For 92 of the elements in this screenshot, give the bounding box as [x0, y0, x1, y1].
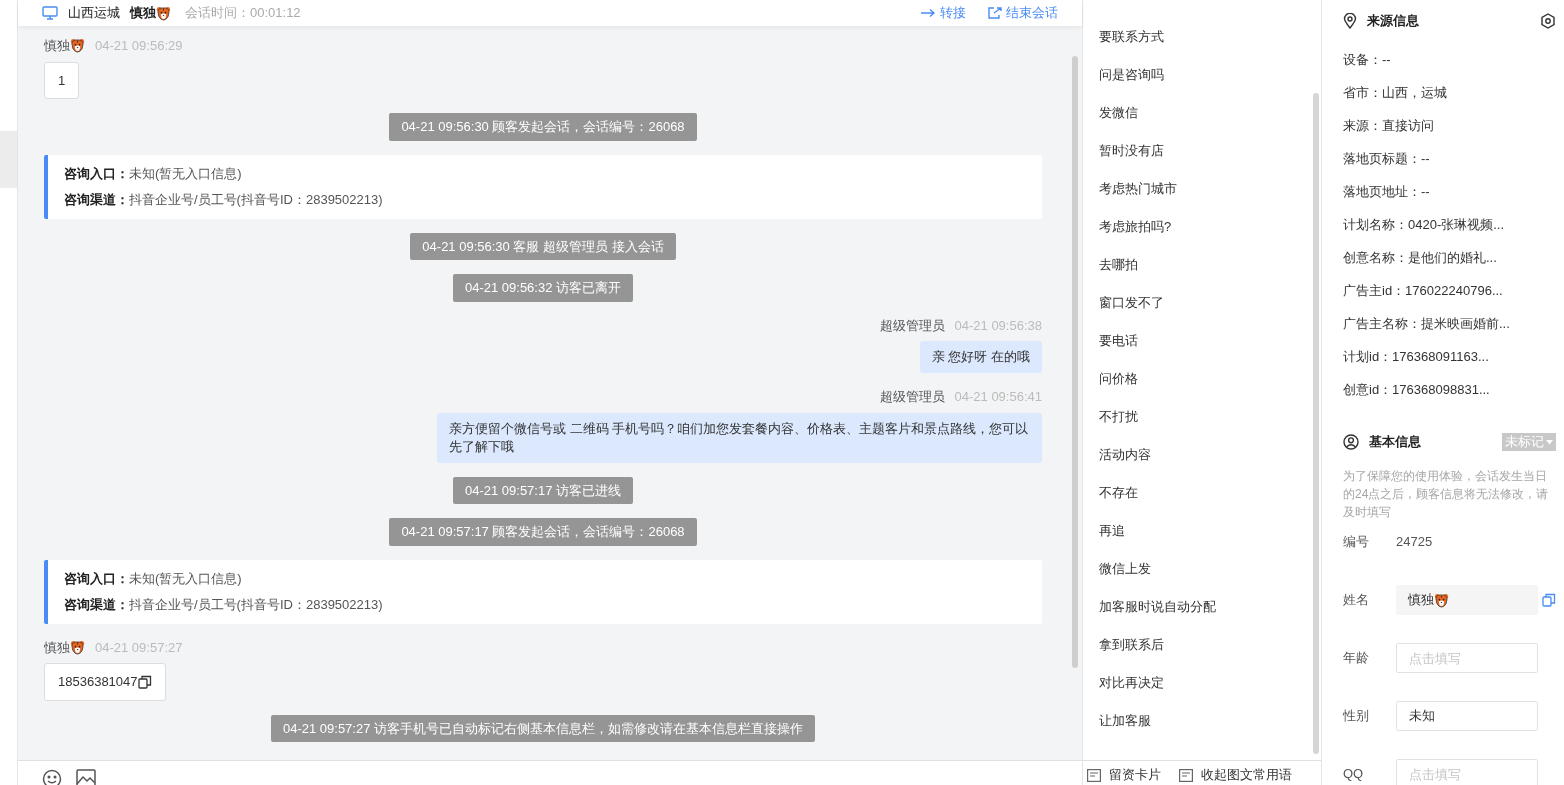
field-label: 编号 [1343, 533, 1370, 552]
arrow-icon [920, 8, 936, 18]
tiger-icon [156, 5, 171, 21]
info-line: 广告主名称：提米映画婚前... [1343, 315, 1511, 332]
info-line: 创意名称：是他们的婚礼... [1343, 249, 1498, 266]
system-notice: 04-21 09:57:17 访客已进线 [452, 476, 634, 504]
quick-reply-item[interactable]: 要联系方式 [1099, 26, 1313, 48]
info-line: 落地页地址：-- [1343, 183, 1431, 200]
note-icon [1087, 768, 1101, 782]
visitor-name: 慎独 [130, 4, 156, 23]
section-title: 基本信息 [1369, 433, 1421, 452]
sender-name: 超级管理员 [879, 388, 945, 406]
field-value: 未知(暂无入口信息) [129, 569, 242, 588]
visitor-location: 山西运城 [68, 4, 120, 23]
field-value: 抖音企业号/员工号(抖音号ID：2839502213) [129, 596, 383, 614]
note-icon [1179, 768, 1193, 782]
quick-reply-item[interactable]: 暂时没有店 [1099, 140, 1313, 162]
system-notice: 04-21 09:56:30 客服 超级管理员 接入会话 [410, 232, 676, 260]
info-line: 落地页标题：-- [1343, 150, 1431, 167]
info-line: 省市：山西，运城 [1343, 84, 1448, 101]
system-notice: 04-21 09:56:32 访客已离开 [452, 274, 634, 302]
quick-reply-item[interactable]: 发微信 [1099, 102, 1313, 124]
scrollbar[interactable] [1072, 56, 1078, 668]
quick-reply-item[interactable]: 不打扰 [1099, 406, 1313, 428]
info-line: 创意id：176368098831... [1343, 381, 1491, 398]
smiley-icon[interactable] [42, 769, 62, 785]
message-time: 04-21 09:57:27 [95, 638, 183, 657]
quick-reply-item[interactable]: 问价格 [1099, 368, 1313, 390]
message-bubble: 1 [44, 61, 80, 99]
field-value: 未知(暂无入口信息) [129, 164, 242, 183]
quick-reply-item[interactable]: 让加客服 [1099, 710, 1313, 732]
monitor-icon [42, 6, 58, 20]
message-bubble: 亲 您好呀 在的哦 [919, 341, 1042, 373]
image-icon[interactable] [76, 769, 96, 785]
tiger-icon [1434, 592, 1449, 608]
settings-icon[interactable] [1540, 13, 1556, 29]
quick-reply-item[interactable]: 活动内容 [1099, 444, 1313, 466]
info-line: 计划名称：0420-张琳视频... [1343, 216, 1506, 233]
message-time: 04-21 09:56:38 [954, 316, 1042, 335]
field-value: 24725 [1396, 533, 1433, 552]
field-label: 咨询入口： [64, 569, 129, 588]
system-notice: 04-21 09:57:17 顾客发起会话，会话编号：26068 [389, 518, 697, 546]
footer-action[interactable]: 收起图文常用语 [1179, 767, 1292, 783]
info-line: 计划id：176368091163... [1343, 348, 1490, 365]
quick-reply-item[interactable]: 考虑热门城市 [1099, 178, 1313, 200]
info-line: 设备：-- [1343, 51, 1392, 68]
section-title: 来源信息 [1367, 12, 1419, 31]
info-line: 广告主id：176022240796... [1343, 282, 1504, 299]
scrollbar[interactable] [1313, 93, 1319, 754]
sender-name: 慎独 [44, 638, 70, 657]
field-label: 年龄 [1343, 649, 1370, 668]
header-action[interactable]: 结束会话 [988, 3, 1058, 23]
session-time: 会话时间：00:01:12 [185, 4, 301, 23]
field-label: 性别 [1343, 707, 1370, 726]
quick-reply-item[interactable]: 微信上发 [1099, 558, 1313, 580]
quick-reply-item[interactable]: 对比再决定 [1099, 672, 1313, 694]
system-notice: 04-21 09:56:30 顾客发起会话，会话编号：26068 [389, 113, 697, 141]
quick-reply-item[interactable]: 不存在 [1099, 482, 1313, 504]
user-icon [1343, 434, 1359, 450]
info-line: 来源：直接访问 [1343, 117, 1435, 134]
quick-reply-item[interactable]: 加客服时说自动分配 [1099, 596, 1313, 618]
field-label: 姓名 [1343, 591, 1370, 610]
input-field[interactable]: 未知 [1396, 701, 1538, 731]
quick-reply-item[interactable]: 窗口发不了 [1099, 292, 1313, 314]
field-label: 咨询渠道： [64, 596, 129, 614]
message-time: 04-21 09:56:29 [95, 37, 183, 55]
header-action[interactable]: 转接 [920, 3, 966, 23]
field-value: 抖音企业号/员工号(抖音号ID：2839502213) [129, 191, 383, 209]
notice-text: 为了保障您的使用体验，会话发生当日的24点之后，顾客信息将无法修改，请及时填写 [1343, 468, 1550, 521]
copy-icon[interactable] [137, 674, 152, 689]
sender-name: 超级管理员 [879, 316, 945, 335]
tiger-icon [70, 38, 85, 54]
quick-reply-item[interactable]: 要电话 [1099, 330, 1313, 352]
message-bubble: 18536381047 [44, 663, 166, 701]
quick-reply-item[interactable]: 再追 [1099, 520, 1313, 542]
name-field[interactable]: 慎独 [1396, 585, 1538, 615]
system-notice: 04-21 09:57:27 访客手机号已自动标记右侧基本信息栏，如需修改请在基本信息栏直接操作 [270, 714, 816, 742]
tiger-icon [70, 639, 85, 655]
location-pin-icon [1343, 13, 1357, 29]
quick-reply-item[interactable]: 问是咨询吗 [1099, 64, 1313, 86]
exit-icon [988, 7, 1002, 19]
footer-action[interactable]: 留资卡片 [1087, 767, 1161, 783]
message-time: 04-21 09:56:41 [954, 388, 1042, 406]
sender-name: 慎独 [44, 37, 70, 55]
field-label: QQ [1343, 765, 1365, 784]
field-label: 咨询入口： [64, 164, 129, 183]
caret-icon [1546, 439, 1553, 445]
quick-reply-item[interactable]: 去哪拍 [1099, 254, 1313, 276]
message-bubble: 亲方便留个微信号或 二维码 手机号吗？咱们加您发套餐内容、价格表、主题客片和景点路线，您可以先了解下哦 [437, 412, 1042, 463]
quick-reply-item[interactable]: 拿到联系后 [1099, 634, 1313, 656]
quick-reply-item[interactable]: 考虑旅拍吗? [1099, 216, 1313, 238]
field-label: 咨询渠道： [64, 191, 129, 209]
